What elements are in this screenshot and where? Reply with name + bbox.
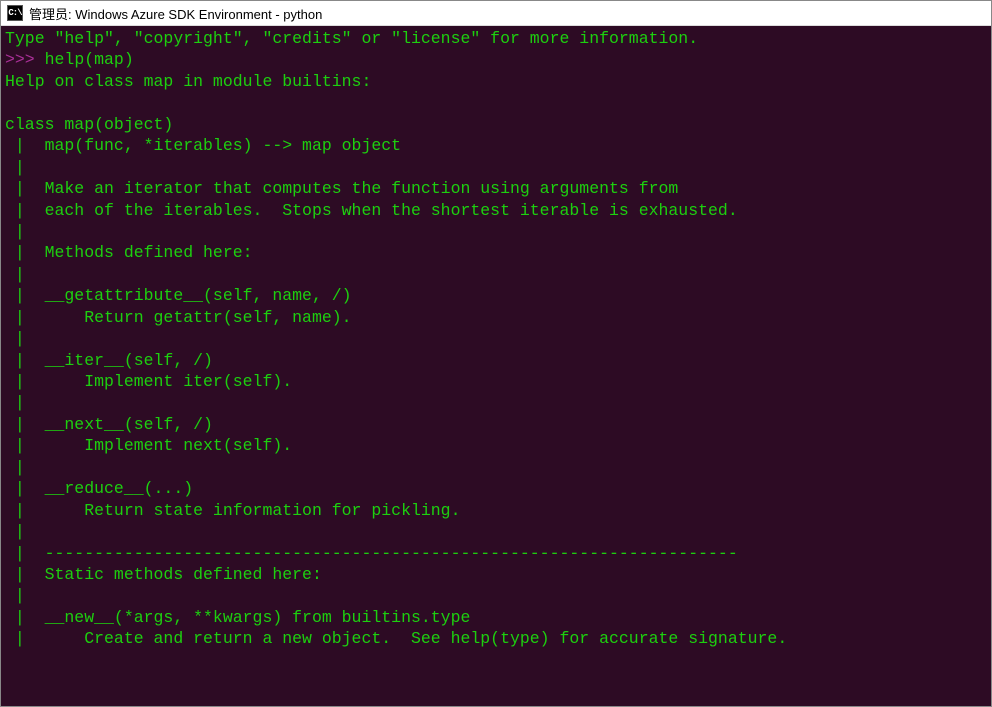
terminal-command: help(map) xyxy=(45,50,134,69)
terminal-intro-line: Type "help", "copyright", "credits" or "… xyxy=(5,29,698,48)
titlebar[interactable]: C:\ 管理员: Windows Azure SDK Environment -… xyxy=(1,1,991,26)
terminal-prompt: >>> xyxy=(5,50,45,69)
terminal-output: Help on class map in module builtins: cl… xyxy=(5,72,787,648)
terminal-body[interactable]: Type "help", "copyright", "credits" or "… xyxy=(1,26,991,706)
window-title: 管理员: Windows Azure SDK Environment - pyt… xyxy=(29,4,322,23)
cmd-icon: C:\ xyxy=(7,5,23,21)
cmd-window: C:\ 管理员: Windows Azure SDK Environment -… xyxy=(0,0,992,707)
